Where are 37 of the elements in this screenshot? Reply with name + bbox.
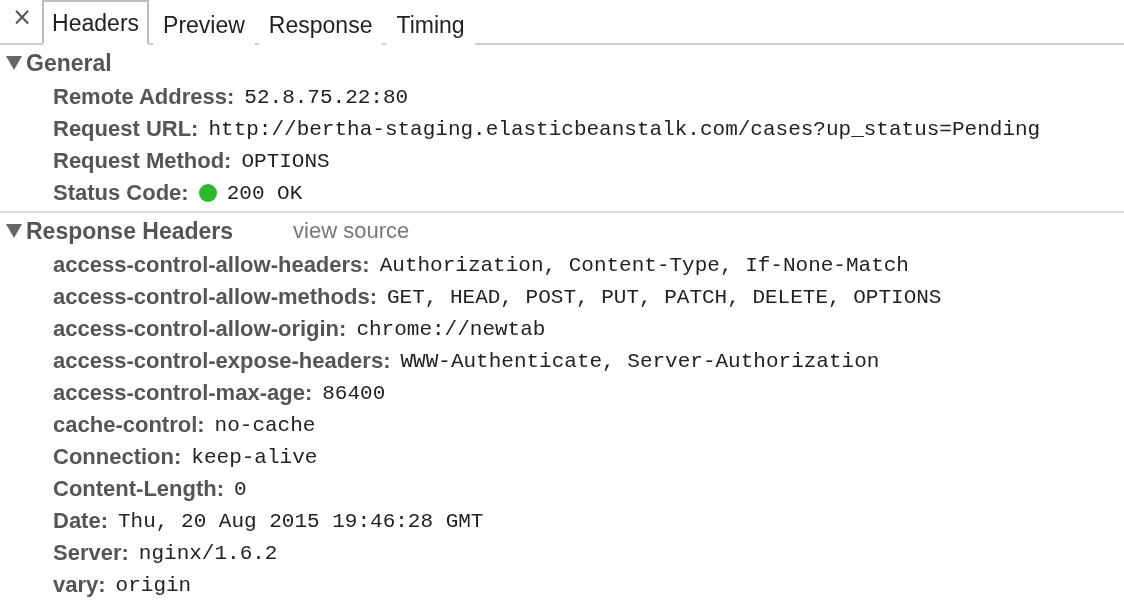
header-name: Connection: [53, 444, 182, 470]
disclosure-triangle-icon[interactable] [6, 56, 22, 70]
header-value: 86400 [322, 381, 386, 405]
close-button[interactable]: × [8, 5, 43, 43]
section-title[interactable]: Response Headers [26, 217, 234, 245]
header-name: access-control-allow-origin: [53, 316, 347, 342]
header-name: Content-Length: [53, 476, 225, 502]
header-name: Server: [53, 540, 129, 566]
header-value: WWW-Authenticate, Server-Authorization [400, 349, 880, 373]
header-value: chrome://newtab [356, 317, 546, 341]
header-name: access-control-allow-methods: [53, 284, 377, 310]
header-name: access-control-max-age: [53, 380, 313, 406]
header-value: origin [115, 573, 192, 597]
header-value: Thu, 20 Aug 2015 19:46:28 GMT [118, 509, 484, 533]
header-value: 52.8.75.22:80 [244, 85, 409, 109]
header-name: vary: [53, 572, 106, 598]
disclosure-triangle-icon[interactable] [6, 224, 22, 238]
view-source-link[interactable]: view source [293, 218, 410, 244]
header-value: no-cache [214, 413, 316, 437]
header-value: 0 [234, 477, 247, 501]
header-value: 200 OK [226, 181, 303, 205]
section-title[interactable]: General [26, 49, 112, 77]
tab[interactable]: Headers [42, 0, 150, 45]
header-value: nginx/1.6.2 [138, 541, 278, 565]
header-value: http://bertha-staging.elasticbeanstalk.com/cases?up_status=Pending [208, 117, 1041, 141]
header-name: Date: [53, 508, 108, 534]
header-value: OPTIONS [241, 149, 330, 173]
header-name: Request Method: [53, 148, 232, 174]
header-name: access-control-allow-headers: [53, 252, 370, 278]
header-value: GET, HEAD, POST, PUT, PATCH, DELETE, OPTIONS [386, 285, 942, 309]
header-name: Request URL: [53, 116, 199, 142]
header-name: access-control-expose-headers: [53, 348, 391, 374]
header-name: Status Code: [53, 180, 189, 206]
header-value: keep-alive [191, 445, 318, 469]
header-value: Authorization, Content-Type, If-None-Match [379, 253, 909, 277]
header-name: Remote Address: [53, 84, 235, 110]
header-name: cache-control: [53, 412, 205, 438]
